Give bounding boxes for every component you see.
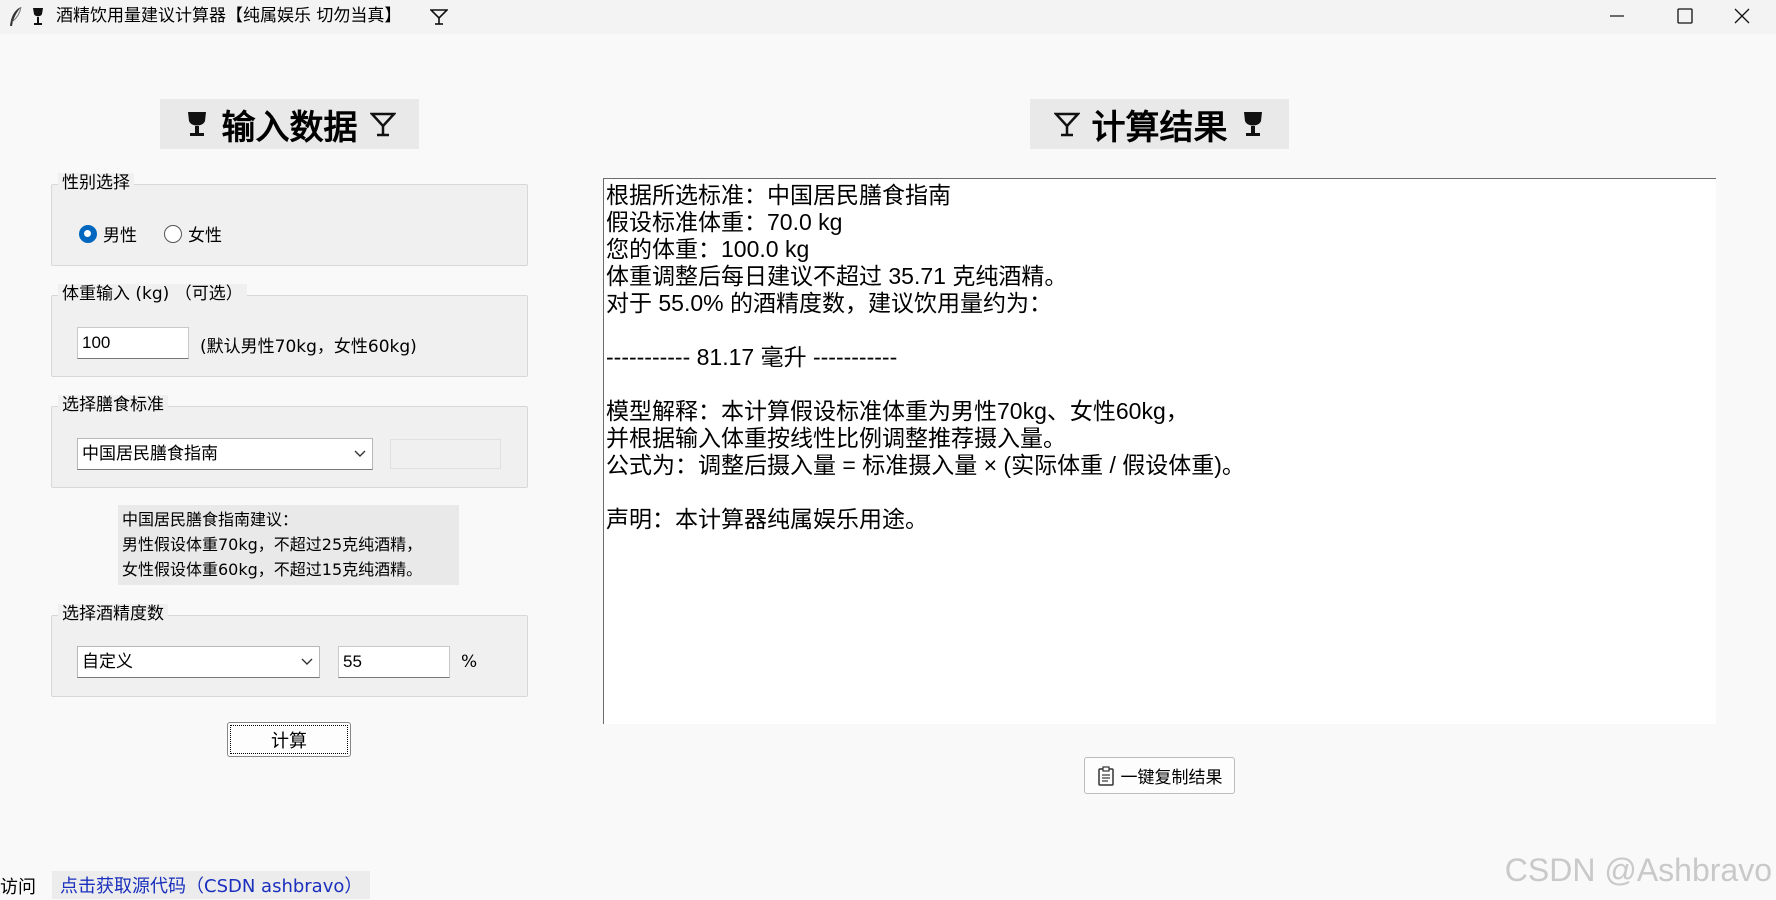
window-title: 酒精饮用量建议计算器【纯属娱乐 切勿当真】 <box>56 6 402 26</box>
input-heading: 输入数据 <box>160 99 419 149</box>
calculate-button[interactable]: 计算 <box>227 722 351 757</box>
input-heading-text: 输入数据 <box>221 107 358 148</box>
chevron-down-icon <box>301 658 313 665</box>
weight-hint: (默认男性70kg，女性60kg) <box>200 337 417 357</box>
clipboard-icon <box>1097 765 1114 786</box>
goblet-icon <box>1243 112 1262 136</box>
standard-group-label: 选择膳食标准 <box>58 395 168 415</box>
weight-group-label: 体重输入 (kg) （可选） <box>58 284 247 304</box>
abv-select[interactable]: 自定义 <box>77 646 320 678</box>
result-heading-text: 计算结果 <box>1091 107 1228 148</box>
result-textbox[interactable]: 根据所选标准：中国居民膳食指南 假设标准体重：70.0 kg 您的体重：100.… <box>603 178 1716 724</box>
goblet-icon <box>187 112 206 136</box>
title-bar: 酒精饮用量建议计算器【纯属娱乐 切勿当真】 <box>0 0 1776 34</box>
chevron-down-icon <box>354 450 366 457</box>
minimize-icon <box>1610 15 1624 17</box>
standard-note: 中国居民膳食指南建议： 男性假设体重70kg，不超过25克纯酒精， 女性假设体重… <box>118 505 459 585</box>
standard-select-value: 中国居民膳食指南 <box>82 444 218 464</box>
radio-female-indicator[interactable] <box>164 224 182 243</box>
watermark: CSDN @Ashbravo <box>1504 852 1772 888</box>
close-icon <box>1734 8 1750 24</box>
abv-group-label: 选择酒精度数 <box>58 604 168 624</box>
visit-label: 访问 <box>0 877 36 898</box>
abv-input[interactable]: 55 <box>338 646 450 678</box>
maximize-button[interactable] <box>1655 0 1715 34</box>
radio-male-indicator[interactable] <box>79 224 97 243</box>
copy-result-label: 一键复制结果 <box>1120 768 1223 788</box>
gender-group-label: 性别选择 <box>58 173 134 193</box>
cocktail-icon <box>369 112 396 137</box>
feather-icon <box>10 6 22 26</box>
abv-unit: % <box>461 652 478 672</box>
calculate-button-label: 计算 <box>271 730 307 752</box>
radio-female-label: 女性 <box>188 226 222 246</box>
cocktail-icon <box>1053 112 1080 137</box>
abv-select-value: 自定义 <box>82 652 133 672</box>
close-button[interactable] <box>1712 0 1772 34</box>
radio-male-label: 男性 <box>103 226 137 246</box>
disabled-field <box>390 439 501 469</box>
radio-male[interactable]: 男性 <box>79 221 137 246</box>
cocktail-icon <box>430 9 448 25</box>
minimize-button[interactable] <box>1587 0 1647 34</box>
source-code-link[interactable]: 点击获取源代码（CSDN ashbravo） <box>52 871 371 899</box>
copy-result-button[interactable]: 一键复制结果 <box>1084 757 1235 794</box>
result-heading: 计算结果 <box>1030 99 1289 149</box>
weight-input[interactable]: 100 <box>77 327 189 359</box>
radio-female[interactable]: 女性 <box>164 221 222 246</box>
standard-select[interactable]: 中国居民膳食指南 <box>77 438 373 470</box>
goblet-icon <box>33 8 43 25</box>
maximize-icon <box>1677 8 1693 24</box>
